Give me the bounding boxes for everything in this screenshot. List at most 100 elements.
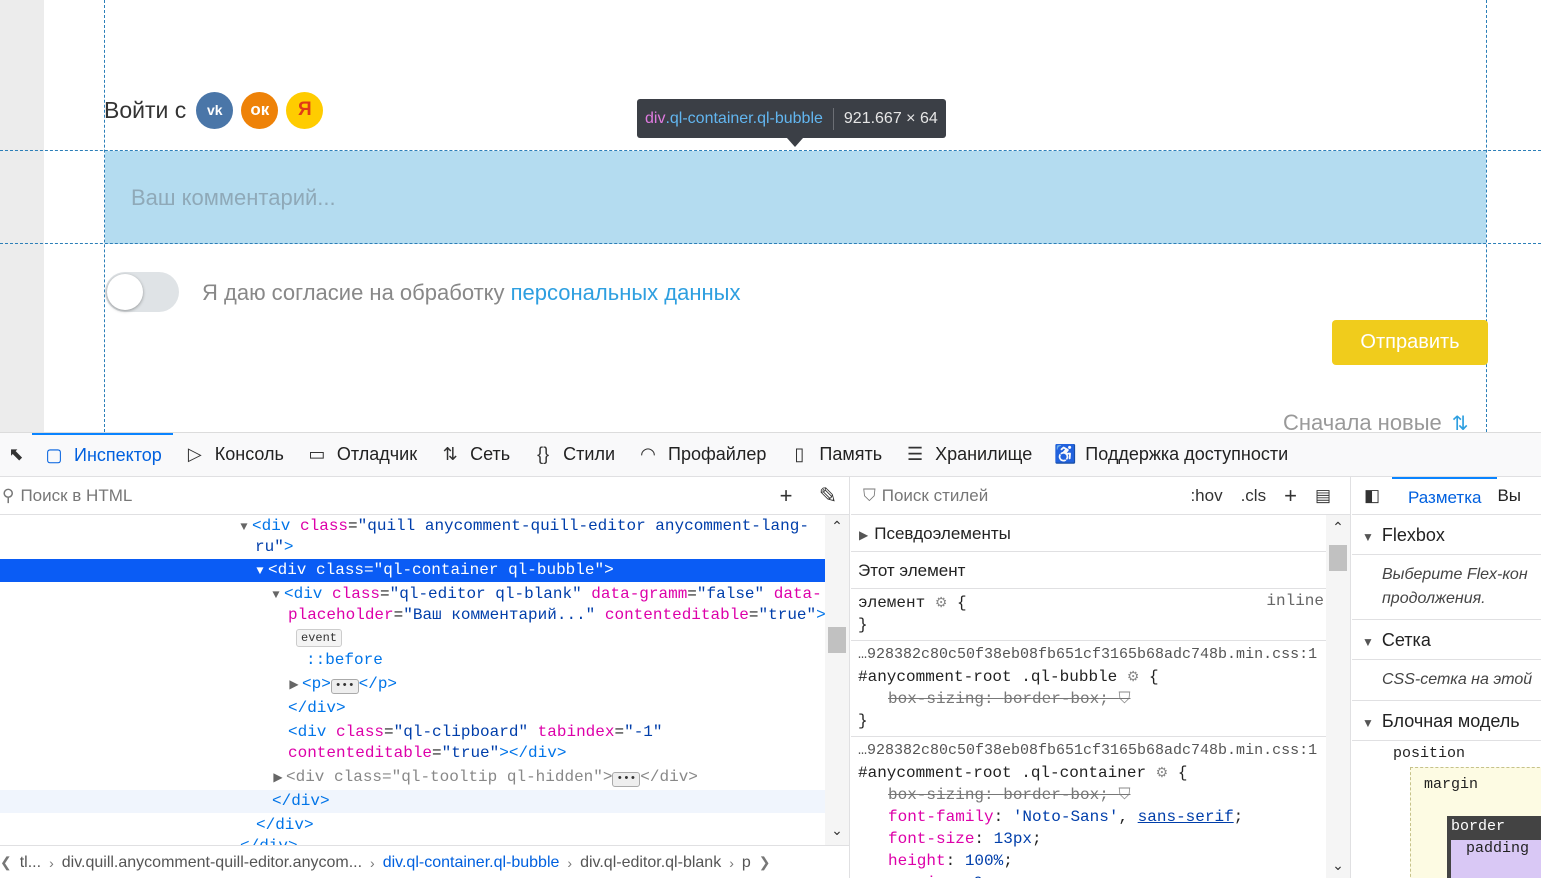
breadcrumb-item[interactable]: div.ql-editor.ql-blank [572, 854, 729, 872]
box-model-margin[interactable]: margin border padding [1410, 767, 1541, 878]
tree-line[interactable]: ▶ <p> ••• </p> [0, 673, 826, 696]
css-declaration-overridden[interactable]: box-sizing: border-box; ⛉ [858, 784, 1344, 806]
collapse-arrow-icon: ▼ [1362, 716, 1374, 730]
filter-icon[interactable]: ⛉ [1118, 690, 1130, 708]
guide-line-right [1486, 0, 1487, 432]
tab-accessibility[interactable]: ♿ Поддержка доступности [1043, 433, 1299, 477]
tree-line-hovered[interactable]: </div> [0, 790, 826, 813]
tab-debugger[interactable]: ▭ Отладчик [295, 433, 428, 477]
pseudo-elements-header[interactable]: ▶ Псевдоэлементы [851, 515, 1350, 552]
css-declaration[interactable]: font-size: 13px; [858, 828, 1344, 850]
collapsed-children-icon[interactable]: ••• [330, 679, 359, 694]
box-model-section-header[interactable]: ▼ Блочная модель [1352, 701, 1541, 741]
html-search-input[interactable]: Поиск в HTML [20, 486, 765, 506]
tab-style-editor[interactable]: {} Стили [521, 433, 626, 477]
node-gear-icon[interactable]: ⚙ [1156, 766, 1169, 782]
styles-filter-input[interactable]: Поиск стилей [882, 486, 1182, 506]
print-media-icon[interactable]: ▤ [1306, 486, 1340, 506]
breadcrumb-scroll-right-icon[interactable]: ❯ [759, 854, 771, 871]
tab-memory[interactable]: ▯ Память [777, 433, 893, 477]
sort-icon[interactable]: ⇅ [1452, 411, 1469, 433]
tree-line[interactable]: ▼ <div class="ql-editor ql-blank" data-gr… [0, 583, 826, 606]
tree-line[interactable]: ▼ <div class="quill anycomment-quill-edit… [0, 515, 826, 538]
rules-scrollbar[interactable]: ⌃ ⌄ [1326, 515, 1350, 878]
scrollbar-thumb[interactable] [828, 627, 846, 653]
tab-computed[interactable]: Вы [1497, 477, 1537, 515]
tree-line: event [0, 626, 826, 649]
cls-toggle-button[interactable]: .cls [1232, 486, 1276, 506]
tree-line[interactable]: </div> [0, 814, 826, 837]
flexbox-section-header[interactable]: ▼ Flexbox [1352, 515, 1541, 555]
breadcrumb-item[interactable]: p [734, 854, 759, 872]
storage-icon: ☰ [907, 444, 924, 464]
tree-line-hidden-node[interactable]: ▶ <div class="ql-tooltip ql-hidden"> ••• </… [0, 766, 826, 789]
tree-line-selected[interactable]: ▼ <div class="ql-container ql-bubble"> [0, 559, 826, 582]
personal-data-link[interactable]: персональных данных [511, 280, 741, 305]
add-rule-icon[interactable]: + [1275, 483, 1306, 509]
markup-scrollbar[interactable]: ⌃ ⌄ [825, 515, 849, 845]
tree-line[interactable]: contenteditable="true"></div> [0, 742, 826, 765]
scroll-down-icon[interactable]: ⌄ [825, 823, 849, 840]
tab-layout[interactable]: Разметка [1392, 477, 1498, 515]
submit-button[interactable]: Отправить [1332, 320, 1488, 365]
tree-line[interactable]: </div> [0, 697, 826, 720]
odnoklassniki-login-icon[interactable]: ок [241, 91, 279, 129]
breadcrumb-item-current[interactable]: div.ql-container.ql-bubble [375, 854, 568, 872]
layout-sidebar: ◧ Разметка Вы ▼ Flexbox Выберите Flex-кон… [1352, 477, 1541, 878]
tab-label: Сеть [470, 444, 511, 464]
event-badge[interactable]: event [296, 629, 343, 647]
markup-tree: ▼ <div class="quill anycomment-quill-edit… [0, 515, 849, 845]
css-declaration-overridden[interactable]: box-sizing: border-box; ⛉ [858, 688, 1344, 710]
tree-line[interactable]: ::before [0, 649, 826, 672]
devtools-panel: ⬉ ▢ Инспектор ▷ Консоль ▭ Отладчик ⇅ Сет… [0, 432, 1541, 878]
filter-icon[interactable]: ⛉ [1118, 786, 1130, 804]
toggle-sidebar-icon[interactable]: ◧ [1352, 486, 1392, 506]
rule-selector[interactable]: #anycomment-root .ql-container [858, 764, 1146, 782]
tab-inspector[interactable]: ▢ Инспектор [32, 432, 173, 477]
add-node-icon[interactable]: + [765, 483, 807, 509]
tree-line[interactable]: <div class="ql-clipboard" tabindex="-1" [0, 721, 826, 744]
guide-line-left [104, 0, 105, 432]
scroll-down-icon[interactable]: ⌄ [1326, 857, 1350, 874]
collapsed-children-icon[interactable]: ••• [612, 772, 641, 787]
rule-selector[interactable]: #anycomment-root .ql-bubble [858, 668, 1117, 686]
tab-profiler[interactable]: ◠ Профайлер [626, 433, 777, 477]
rule-source-link[interactable]: …928382c80c50f38eb08fb651cf3165b68adc748… [858, 644, 1344, 666]
sort-control[interactable]: Сначала новые ⇅ [1283, 410, 1469, 432]
css-declaration[interactable]: font-family: 'Noto-Sans', sans-serif; [858, 806, 1344, 828]
element-picker-icon[interactable]: ⬉ [0, 433, 32, 477]
css-declaration[interactable]: height: 100%; [858, 850, 1344, 872]
scroll-up-icon[interactable]: ⌃ [825, 519, 849, 536]
scrollbar-thumb[interactable] [1329, 545, 1347, 571]
vk-login-icon[interactable]: vk [196, 91, 234, 129]
node-gear-icon[interactable]: ⚙ [935, 596, 948, 612]
tab-network[interactable]: ⇅ Сеть [428, 433, 521, 477]
collapse-arrow-icon[interactable]: ▼ [252, 560, 268, 583]
tree-line[interactable]: ru"> [0, 536, 826, 559]
consent-toggle[interactable] [105, 272, 179, 312]
box-model-padding[interactable]: padding [1451, 840, 1541, 878]
hov-toggle-button[interactable]: :hov [1181, 486, 1231, 506]
yandex-login-icon[interactable]: Я [286, 91, 324, 129]
tree-line[interactable]: </div> [0, 835, 826, 845]
tab-console[interactable]: ▷ Консоль [173, 433, 295, 477]
expand-arrow-icon[interactable]: ▶ [286, 674, 302, 697]
scroll-up-icon[interactable]: ⌃ [1326, 519, 1350, 536]
page-viewport: Войти с vk ок Я Ваш комментарий... div .q… [0, 0, 1541, 432]
breadcrumb-item[interactable]: tl... [12, 854, 49, 872]
element-rule: элемент ⚙ { } inline [851, 589, 1350, 641]
expand-arrow-icon[interactable]: ▶ [270, 767, 286, 790]
tab-label: Память [819, 444, 883, 464]
tab-storage[interactable]: ☰ Хранилище [893, 433, 1043, 477]
rule-source-link[interactable]: …928382c80c50f38eb08fb651cf3165b68adc748… [858, 740, 1344, 762]
tree-line[interactable]: placeholder="Ваш комментарий..." content… [0, 604, 826, 627]
rules-toolbar: ⛉ Поиск стилей :hov .cls + ▤ [851, 477, 1350, 515]
breadcrumb-scroll-left-icon[interactable]: ❮ [0, 854, 12, 871]
breadcrumb-item[interactable]: div.quill.anycomment-quill-editor.anycom… [54, 854, 370, 872]
box-model-border[interactable]: border padding [1447, 816, 1541, 878]
node-gear-icon[interactable]: ⚙ [1127, 670, 1140, 686]
eyedropper-icon[interactable]: ✎ [807, 483, 849, 509]
css-declaration[interactable]: margin: ▶0; [858, 872, 1344, 878]
infobar-tag: div [645, 109, 666, 127]
grid-section-header[interactable]: ▼ Сетка [1352, 620, 1541, 660]
